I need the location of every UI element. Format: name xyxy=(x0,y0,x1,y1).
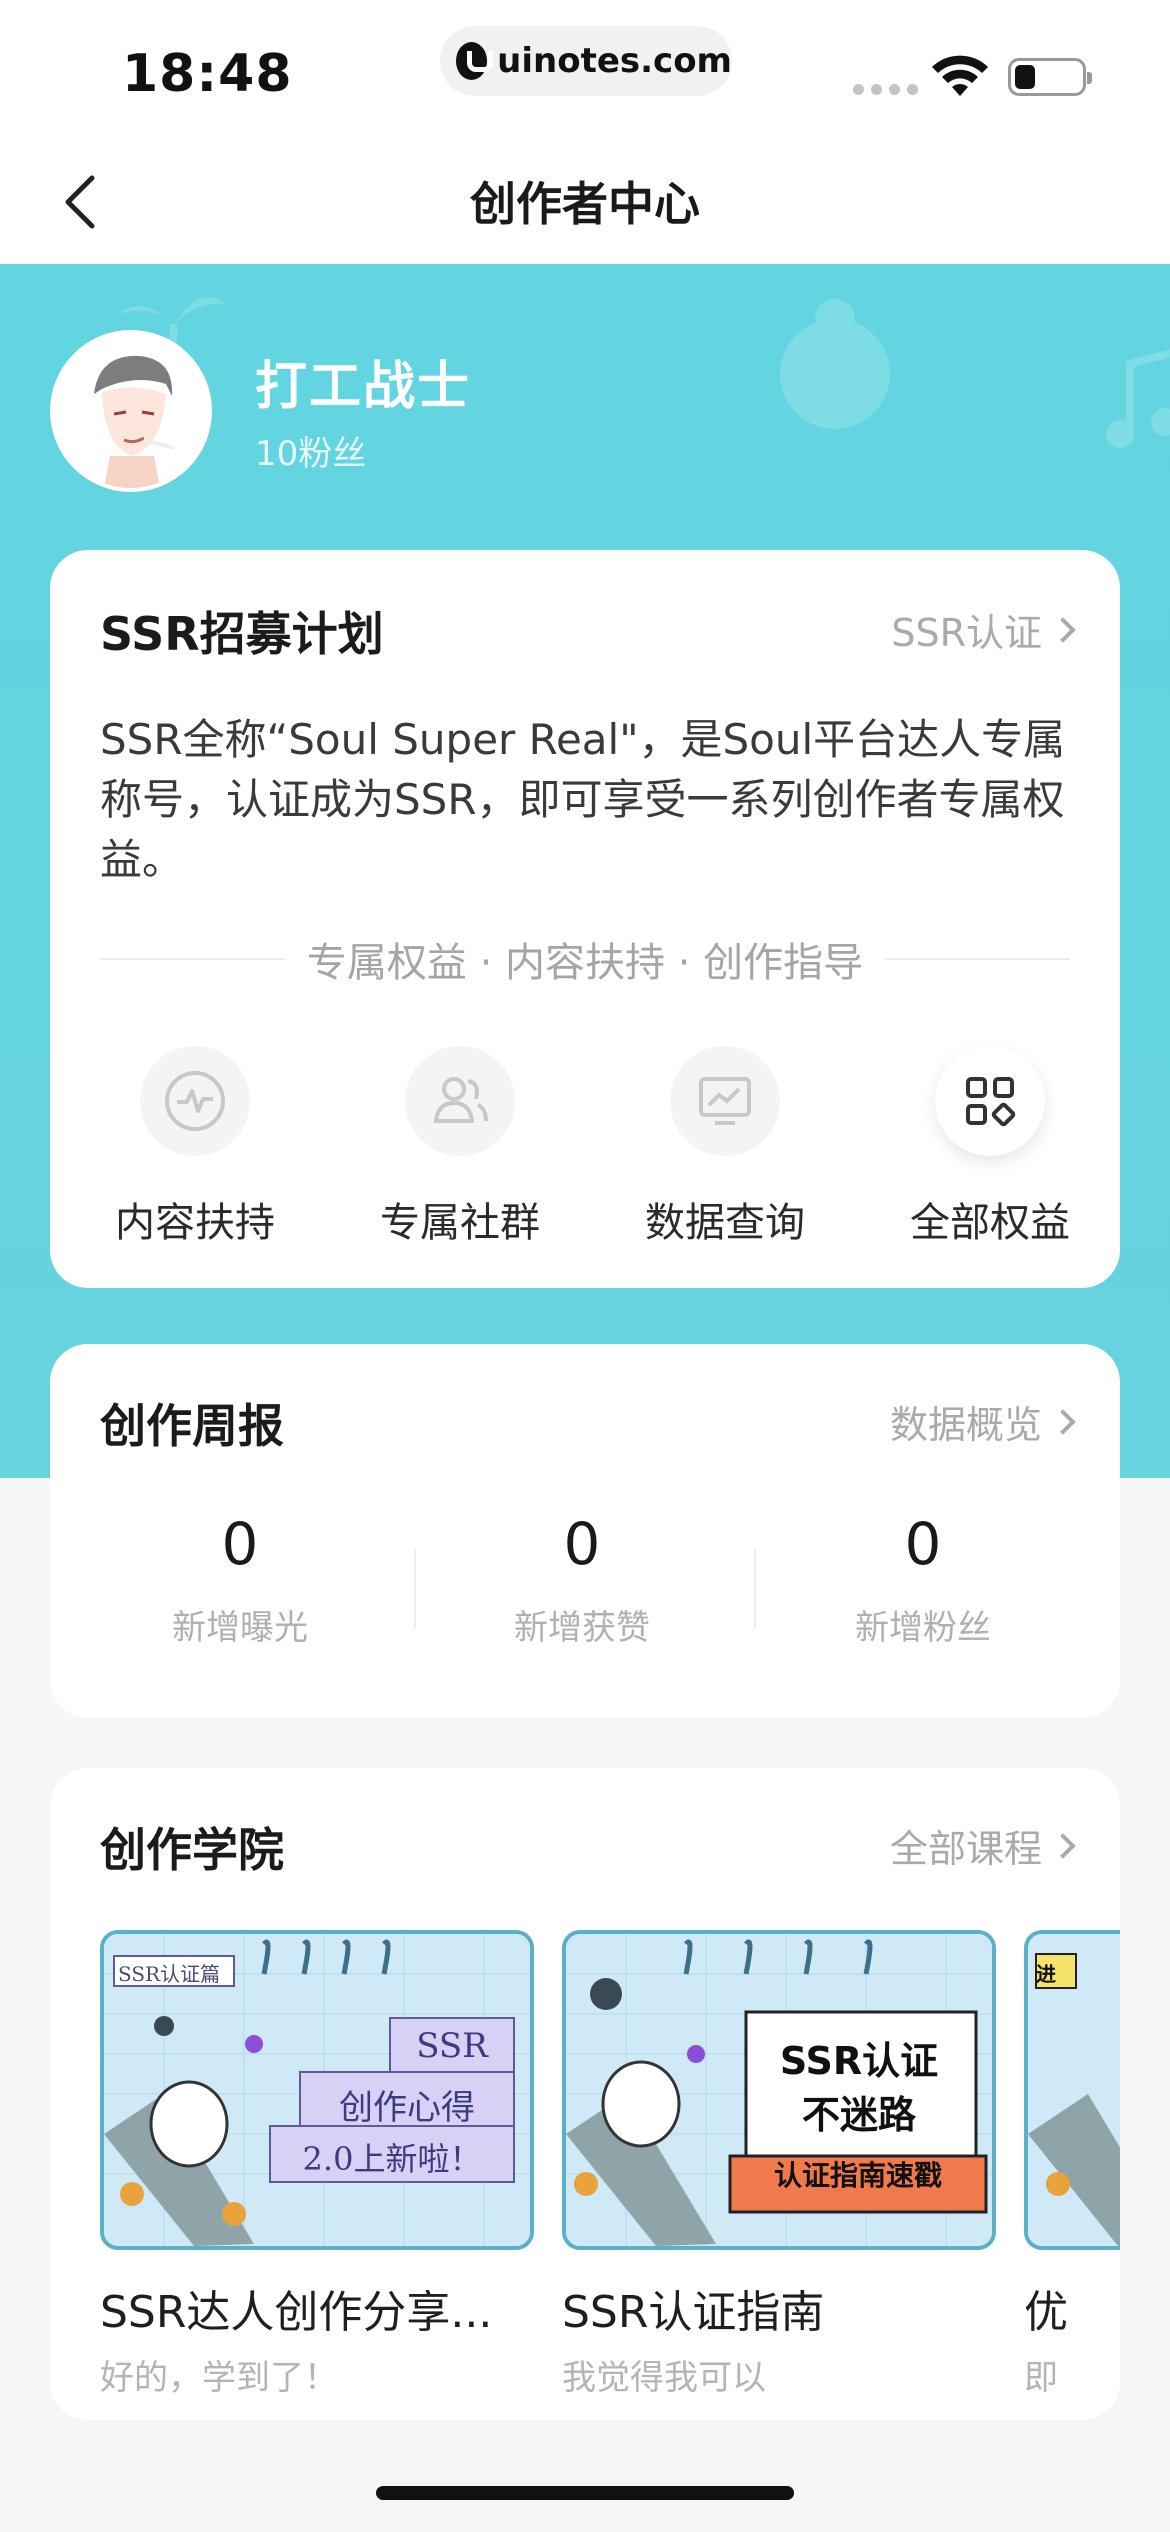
ssr-description: SSR全称“Soul Super Real"，是Soul平台达人专属称号，认证成… xyxy=(100,715,1066,884)
status-bar: 18:48 uinotes.com xyxy=(0,0,1170,140)
weekly-report-card: 创作周报 数据概览 0 新增曝光 0 新增获赞 0 新增粉丝 xyxy=(50,1344,1120,1718)
benefit-label: 数据查询 xyxy=(645,1200,805,1246)
course-thumb-line: SSR认证 xyxy=(779,2039,939,2083)
creator-center-page: 18:48 uinotes.com 创作者中心 打工战士 10粉丝 SSR招募计… xyxy=(0,0,1170,2532)
stat-value: 0 xyxy=(904,1510,942,1578)
stat-label: 新增粉丝 xyxy=(855,1608,991,1648)
data-chart-icon xyxy=(699,1077,751,1125)
user-name: 打工战士 xyxy=(255,357,472,417)
community-icon xyxy=(433,1077,488,1123)
course-thumb-line: 不迷路 xyxy=(801,2093,916,2137)
divider-line-left xyxy=(100,958,285,960)
site-logo-icon xyxy=(456,42,494,80)
course-thumb-line: 2.0上新啦！ xyxy=(302,2140,482,2178)
course-thumb-line: SSR xyxy=(416,2026,488,2066)
benefit-all-rights[interactable]: 全部权益 xyxy=(875,1046,1105,1248)
stat-new-exposure: 0 新增曝光 xyxy=(70,1510,410,1649)
benefit-icon-wrap xyxy=(670,1046,780,1156)
stat-new-likes: 0 新增获赞 xyxy=(412,1510,752,1649)
ssr-recruit-card: SSR招募计划 SSR认证 SSR全称“Soul Super Real"，是So… xyxy=(50,550,1120,1288)
course-title: SSR达人创作分享... xyxy=(100,2287,493,2338)
benefit-label: 全部权益 xyxy=(910,1200,1070,1246)
stat-value: 0 xyxy=(563,1510,601,1578)
benefit-data-query[interactable]: 数据查询 xyxy=(610,1046,840,1248)
url-text: uinotes.com xyxy=(497,41,732,81)
chevron-right-icon xyxy=(1050,1408,1076,1435)
stat-label: 新增获赞 xyxy=(514,1608,650,1648)
course-card-more[interactable]: 优 即 xyxy=(1024,1930,1120,2399)
academy-card-title: 创作学院 xyxy=(100,1823,284,1877)
user-fans-count[interactable]: 10粉丝 xyxy=(255,426,366,475)
stat-value: 0 xyxy=(221,1510,259,1578)
grid-icon xyxy=(966,1077,1016,1127)
chevron-right-icon xyxy=(1050,616,1076,643)
pulse-icon xyxy=(165,1071,225,1131)
weekly-card-title: 创作周报 xyxy=(100,1399,284,1453)
stat-new-fans: 0 新增粉丝 xyxy=(753,1510,1093,1649)
creator-academy-card: 创作学院 全部课程 SSR达人创作分享... 好的，学到了！ SSR认证篇 SS… xyxy=(50,1768,1120,2420)
music-note-decoration-icon xyxy=(1106,349,1170,448)
clown-face-decoration-icon xyxy=(780,299,890,429)
course-thumb-tag: 进 xyxy=(1036,1962,1056,1986)
ssr-certify-link-label: SSR认证 xyxy=(891,611,1042,655)
battery-icon xyxy=(1008,58,1092,96)
ssr-card-title: SSR招募计划 xyxy=(100,607,384,661)
benefit-label: 内容扶持 xyxy=(115,1200,275,1246)
data-overview-link[interactable]: 数据概览 xyxy=(889,1394,1076,1449)
ssr-certify-link[interactable]: SSR认证 xyxy=(891,602,1076,657)
course-title: SSR认证指南 xyxy=(562,2287,825,2338)
benefits-divider: 专属权益 · 内容扶持 · 创作指导 xyxy=(100,930,1071,988)
url-pill[interactable]: uinotes.com xyxy=(440,26,732,96)
nav-bar: 创作者中心 xyxy=(0,140,1170,264)
course-title: 优 xyxy=(1024,2287,1068,2338)
course-subtitle: 好的，学到了！ xyxy=(100,2358,338,2398)
home-indicator[interactable] xyxy=(376,2486,794,2500)
page-title: 创作者中心 xyxy=(470,177,700,231)
all-courses-link[interactable]: 全部课程 xyxy=(889,1818,1076,1873)
benefit-exclusive-community[interactable]: 专属社群 xyxy=(345,1046,575,1248)
benefit-label: 专属社群 xyxy=(380,1200,540,1246)
avatar-illustration xyxy=(54,334,208,488)
benefit-icon-wrap xyxy=(140,1046,250,1156)
stat-label: 新增曝光 xyxy=(172,1608,308,1648)
signal-icon xyxy=(853,84,918,95)
all-courses-link-label: 全部课程 xyxy=(889,1827,1042,1871)
course-thumb-line: 认证指南速戳 xyxy=(773,2159,942,2192)
wifi-icon xyxy=(932,55,988,96)
avatar[interactable] xyxy=(50,330,212,492)
course-subtitle: 即 xyxy=(1024,2358,1058,2398)
course-thumb-tag: SSR认证篇 xyxy=(118,1962,221,1986)
benefits-divider-text: 专属权益 · 内容扶持 · 创作指导 xyxy=(306,940,864,986)
course-thumb-line: 创作心得 xyxy=(339,2088,475,2128)
divider-line-right xyxy=(885,958,1071,960)
benefit-icon-wrap xyxy=(405,1046,515,1156)
benefit-icon-wrap xyxy=(935,1046,1045,1156)
data-overview-link-label: 数据概览 xyxy=(889,1403,1042,1447)
benefit-content-support[interactable]: 内容扶持 xyxy=(80,1046,310,1248)
status-time: 18:48 xyxy=(122,44,293,104)
course-subtitle: 我觉得我可以 xyxy=(562,2358,766,2398)
chevron-right-icon xyxy=(1050,1832,1076,1859)
